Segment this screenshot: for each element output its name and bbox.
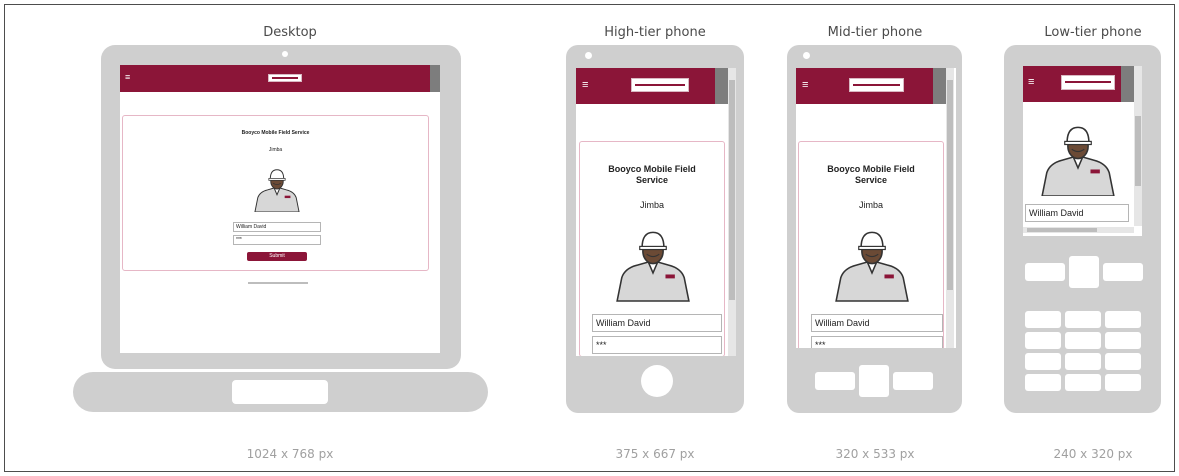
keypad-key[interactable] [1025, 332, 1061, 349]
high-login-card: Booyco Mobile Field Service Jimba Willia… [579, 141, 725, 356]
username-input[interactable]: William David [1025, 204, 1129, 222]
app-subtitle: Jimba [639, 200, 664, 210]
app-title-line2: Service [635, 175, 669, 185]
app-title-line1: Booyco Mobile Field [608, 164, 696, 174]
low-app-bar: ≡ [1023, 66, 1121, 102]
username-input[interactable]: William David [592, 314, 722, 332]
low-nav-right-key[interactable] [1103, 263, 1143, 281]
desktop-login-card: Booyco Mobile Field Service Jimba Willia… [122, 115, 429, 271]
keypad-key[interactable] [1105, 332, 1141, 349]
keypad-key[interactable] [1025, 311, 1061, 328]
low-tier-screen: ≡ William David [1023, 66, 1142, 236]
booyco-logo [1061, 75, 1115, 90]
high-tier-screen: ≡ Booyco Mobile Field Service Jimba Will… [576, 68, 736, 356]
keypad-key[interactable] [1025, 374, 1061, 391]
low-app-bar-menu[interactable] [1121, 66, 1134, 102]
laptop-camera [282, 51, 288, 57]
worker-avatar-icon [250, 164, 304, 212]
password-input[interactable]: *** [233, 235, 321, 245]
low-scrollbar[interactable] [1134, 66, 1142, 226]
username-input[interactable]: William David [233, 222, 321, 232]
mid-login-card: Booyco Mobile Field Service Jimba Willia… [798, 141, 944, 348]
desktop-resolution: 1024 x 768 px [246, 447, 334, 461]
mid-tier-camera [803, 52, 810, 59]
hamburger-menu-icon[interactable]: ≡ [582, 80, 588, 91]
submit-button[interactable]: Submit [247, 252, 307, 261]
laptop-trackpad [232, 380, 328, 404]
high-app-bar-menu[interactable] [715, 68, 728, 104]
app-title-line1: Booyco Mobile Field [827, 164, 915, 174]
high-tier-title: High-tier phone [604, 25, 706, 40]
high-tier-resolution: 375 x 667 px [615, 447, 695, 461]
hamburger-menu-icon[interactable]: ≡ [1028, 77, 1034, 88]
worker-avatar-icon [833, 222, 911, 302]
app-title: Booyco Mobile Field Service [241, 130, 310, 136]
booyco-logo [268, 74, 302, 82]
desktop-app-bar: ≡ [120, 65, 430, 92]
username-input[interactable]: William David [811, 314, 943, 332]
mid-nav-center-key[interactable] [859, 365, 889, 397]
low-tier-resolution: 240 x 320 px [1053, 447, 1133, 461]
keypad-key[interactable] [1105, 374, 1141, 391]
hamburger-menu-icon[interactable]: ≡ [802, 80, 808, 91]
mid-tier-resolution: 320 x 533 px [835, 447, 915, 461]
mid-tier-screen: ≡ Booyco Mobile Field Service Jimba Will… [796, 68, 956, 348]
desktop-screen: ≡ Booyco Mobile Field Service Jimba Will… [120, 65, 440, 353]
keypad-key[interactable] [1065, 374, 1101, 391]
home-button-icon[interactable] [641, 365, 673, 397]
mid-tier-title: Mid-tier phone [827, 25, 923, 40]
keypad-key[interactable] [1105, 311, 1141, 328]
worker-avatar-icon [1039, 118, 1117, 196]
mid-scrollbar[interactable] [946, 68, 954, 348]
password-input[interactable]: *** [592, 336, 722, 354]
desktop-title: Desktop [263, 25, 317, 40]
keypad-key[interactable] [1065, 353, 1101, 370]
app-title-line2: Service [854, 175, 888, 185]
low-horizontal-scrollbar[interactable] [1023, 227, 1134, 233]
mid-nav-left-key[interactable] [815, 372, 855, 390]
keypad-key[interactable] [1105, 353, 1141, 370]
high-app-bar: ≡ [576, 68, 715, 104]
low-nav-left-key[interactable] [1025, 263, 1065, 281]
high-scrollbar[interactable] [728, 68, 736, 356]
app-subtitle: Jimba [268, 147, 283, 153]
booyco-logo [631, 78, 689, 92]
mid-nav-right-key[interactable] [893, 372, 933, 390]
keypad-key[interactable] [1065, 332, 1101, 349]
keypad-key[interactable] [1065, 311, 1101, 328]
low-tier-title: Low-tier phone [1044, 25, 1142, 40]
keypad-key[interactable] [1025, 353, 1061, 370]
app-subtitle: Jimba [858, 200, 883, 210]
mid-app-bar-menu[interactable] [933, 68, 946, 104]
mid-app-bar: ≡ [796, 68, 933, 104]
low-nav-center-key[interactable] [1069, 256, 1099, 288]
high-tier-camera [585, 52, 592, 59]
desktop-footer-text [248, 282, 308, 284]
desktop-scrollbar[interactable] [430, 65, 440, 92]
hamburger-menu-icon[interactable]: ≡ [125, 72, 130, 83]
password-input[interactable]: *** [811, 336, 943, 348]
booyco-logo [849, 78, 904, 92]
worker-avatar-icon [614, 222, 692, 302]
